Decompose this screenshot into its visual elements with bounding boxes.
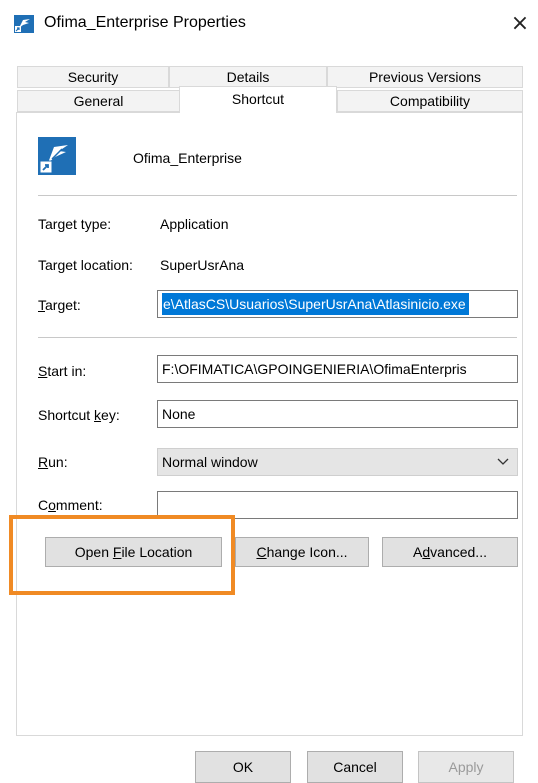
- target-label: Target:: [38, 297, 81, 313]
- run-label: Run:: [38, 454, 68, 470]
- chevron-down-icon: [497, 449, 509, 483]
- target-type-value: Application: [160, 216, 229, 232]
- tab-general[interactable]: General: [17, 90, 180, 112]
- start-in-field[interactable]: F:\OFIMATICA\GPOINGENIERIA\OfimaEnterpri…: [157, 355, 518, 383]
- target-type-label: Target type:: [38, 216, 112, 232]
- tab-shortcut[interactable]: Shortcut: [179, 86, 337, 113]
- tab-previous-versions[interactable]: Previous Versions: [327, 66, 523, 88]
- change-icon-button[interactable]: Change Icon...: [235, 537, 369, 567]
- tab-compatibility[interactable]: Compatibility: [337, 90, 523, 112]
- advanced-button[interactable]: Advanced...: [382, 537, 518, 567]
- target-location-value: SuperUsrAna: [160, 257, 245, 273]
- highlight-box: [9, 515, 235, 595]
- target-value: e\AtlasCS\Usuarios\SuperUsrAna\Atlasinic…: [162, 293, 469, 315]
- tab-details[interactable]: Details: [169, 66, 327, 88]
- ok-button[interactable]: OK: [195, 751, 291, 783]
- target-field[interactable]: e\AtlasCS\Usuarios\SuperUsrAna\Atlasinic…: [157, 290, 518, 318]
- apply-button[interactable]: Apply: [418, 751, 514, 783]
- divider-top: [38, 195, 517, 196]
- tab-security[interactable]: Security: [17, 66, 169, 88]
- window-title: Ofima_Enterprise Properties: [44, 14, 246, 31]
- title-bar: Ofima_Enterprise Properties ×: [0, 0, 538, 48]
- start-in-label: Start in:: [38, 363, 87, 379]
- shortcut-key-label: Shortcut key:: [38, 407, 120, 423]
- target-location-label: Target location:: [38, 257, 133, 273]
- run-select[interactable]: Normal window: [157, 448, 518, 476]
- ofima-app-icon: [38, 137, 76, 175]
- app-name: Ofima_Enterprise: [133, 150, 242, 166]
- comment-label: Comment:: [38, 497, 103, 513]
- close-icon[interactable]: ×: [508, 8, 532, 40]
- shortcut-key-field[interactable]: None: [157, 400, 518, 428]
- cancel-button[interactable]: Cancel: [307, 751, 403, 783]
- divider-middle: [38, 337, 517, 338]
- shortcut-app-icon: [14, 15, 34, 33]
- run-value: Normal window: [162, 454, 258, 470]
